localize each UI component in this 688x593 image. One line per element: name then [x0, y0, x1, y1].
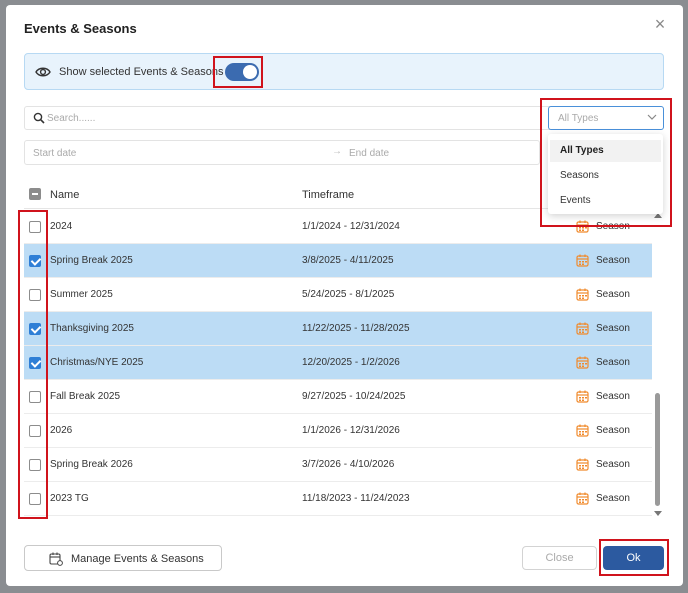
- row-type: Season: [596, 255, 630, 266]
- calendar-settings-icon: [49, 552, 63, 566]
- table-row[interactable]: 2026 1/1/2026 - 12/31/2026 Season: [24, 414, 652, 448]
- row-checkbox[interactable]: [29, 221, 41, 233]
- type-option-events[interactable]: Events: [550, 190, 661, 212]
- table-scrollbar[interactable]: [654, 210, 662, 519]
- close-button[interactable]: Close: [522, 546, 597, 570]
- search-icon: [33, 112, 45, 124]
- row-timeframe: 11/22/2025 - 11/28/2025: [302, 323, 410, 334]
- row-timeframe: 11/18/2023 - 11/24/2023: [302, 493, 410, 504]
- table-row[interactable]: Fall Break 2025 9/27/2025 - 10/24/2025 Sea…: [24, 380, 652, 414]
- calendar-icon: [576, 254, 589, 267]
- table-row[interactable]: Christmas/NYE 2025 12/20/2025 - 1/2/2026 S…: [24, 346, 652, 380]
- row-name: Christmas/NYE 2025: [50, 357, 144, 368]
- calendar-icon: [576, 424, 589, 437]
- calendar-icon: [576, 322, 589, 335]
- row-checkbox[interactable]: [29, 289, 41, 301]
- table-row[interactable]: Spring Break 2025 3/8/2025 - 4/11/2025 Sea…: [24, 244, 652, 278]
- row-type: Season: [596, 459, 630, 470]
- events-seasons-dialog: Events & Seasons × Show selected Events …: [6, 5, 683, 586]
- row-timeframe: 3/7/2026 - 4/10/2026: [302, 459, 395, 470]
- row-type: Season: [596, 289, 630, 300]
- row-name: Spring Break 2026: [50, 459, 133, 470]
- toggle-knob: [243, 65, 257, 79]
- type-option-all[interactable]: All Types: [550, 140, 661, 162]
- end-date-field[interactable]: End date: [349, 148, 389, 159]
- start-date-field[interactable]: Start date: [33, 148, 76, 159]
- row-checkbox[interactable]: [29, 323, 41, 335]
- column-header-name[interactable]: Name: [50, 189, 79, 201]
- calendar-icon: [576, 458, 589, 471]
- row-name: Fall Break 2025: [50, 391, 121, 402]
- search-input[interactable]: [47, 110, 527, 127]
- manage-events-button[interactable]: Manage Events & Seasons: [24, 545, 222, 571]
- row-name: 2023 TG: [50, 493, 89, 504]
- row-name: 2024: [50, 221, 73, 232]
- scroll-down-arrow-icon[interactable]: [654, 511, 662, 516]
- close-icon[interactable]: ×: [653, 15, 667, 33]
- calendar-icon: [576, 390, 589, 403]
- manage-events-label: Manage Events & Seasons: [71, 553, 204, 565]
- row-checkbox[interactable]: [29, 425, 41, 437]
- table-row[interactable]: 2024 1/1/2024 - 12/31/2024 Season: [24, 210, 652, 244]
- type-select[interactable]: All Types: [548, 106, 664, 130]
- type-option-seasons[interactable]: Seasons: [550, 165, 661, 187]
- show-selected-toggle[interactable]: [225, 63, 259, 81]
- table-row[interactable]: Spring Break 2026 3/7/2026 - 4/10/2026 Sea…: [24, 448, 652, 482]
- row-name: Thanksgiving 2025: [50, 323, 134, 334]
- row-type: Season: [596, 357, 630, 368]
- arrow-right-icon: →: [332, 146, 342, 157]
- row-timeframe: 5/24/2025 - 8/1/2025: [302, 289, 395, 300]
- row-timeframe: 12/20/2025 - 1/2/2026: [302, 357, 400, 368]
- table-row[interactable]: Summer 2025 5/24/2025 - 8/1/2025 Season: [24, 278, 652, 312]
- type-select-value: All Types: [558, 113, 599, 124]
- row-checkbox[interactable]: [29, 255, 41, 267]
- show-selected-banner: Show selected Events & Seasons: [24, 53, 664, 90]
- eye-icon: [35, 67, 51, 77]
- row-name: Summer 2025: [50, 289, 113, 300]
- events-table-body: 2024 1/1/2024 - 12/31/2024 Season Spring Br…: [24, 210, 652, 519]
- row-name: Spring Break 2025: [50, 255, 133, 266]
- table-row[interactable]: Thanksgiving 2025 11/22/2025 - 11/28/2025…: [24, 312, 652, 346]
- calendar-icon: [576, 220, 589, 233]
- row-timeframe: 3/8/2025 - 4/11/2025: [302, 255, 394, 266]
- row-timeframe: 9/27/2025 - 10/24/2025: [302, 391, 406, 402]
- row-name: 2026: [50, 425, 73, 436]
- row-type: Season: [596, 323, 630, 334]
- date-range-picker[interactable]: Start date → End date: [24, 140, 540, 165]
- table-row[interactable]: 2023 TG 11/18/2023 - 11/24/2023 Season: [24, 482, 652, 516]
- row-timeframe: 1/1/2024 - 12/31/2024: [302, 221, 400, 232]
- row-checkbox[interactable]: [29, 391, 41, 403]
- row-type: Season: [596, 493, 630, 504]
- row-checkbox[interactable]: [29, 357, 41, 369]
- column-header-timeframe[interactable]: Timeframe: [302, 189, 354, 201]
- type-dropdown-menu: All Types Seasons Events: [548, 134, 663, 214]
- row-type: Season: [596, 425, 630, 436]
- calendar-icon: [576, 288, 589, 301]
- scrollbar-thumb[interactable]: [655, 393, 660, 506]
- ok-button[interactable]: Ok: [603, 546, 664, 570]
- select-all-checkbox[interactable]: [29, 188, 41, 200]
- show-selected-label: Show selected Events & Seasons: [59, 66, 224, 78]
- calendar-icon: [576, 356, 589, 369]
- row-checkbox[interactable]: [29, 459, 41, 471]
- row-timeframe: 1/1/2026 - 12/31/2026: [302, 425, 400, 436]
- dialog-title: Events & Seasons: [24, 21, 137, 36]
- calendar-icon: [576, 492, 589, 505]
- chevron-down-icon: [647, 114, 657, 120]
- row-type: Season: [596, 221, 630, 232]
- row-checkbox[interactable]: [29, 493, 41, 505]
- row-type: Season: [596, 391, 630, 402]
